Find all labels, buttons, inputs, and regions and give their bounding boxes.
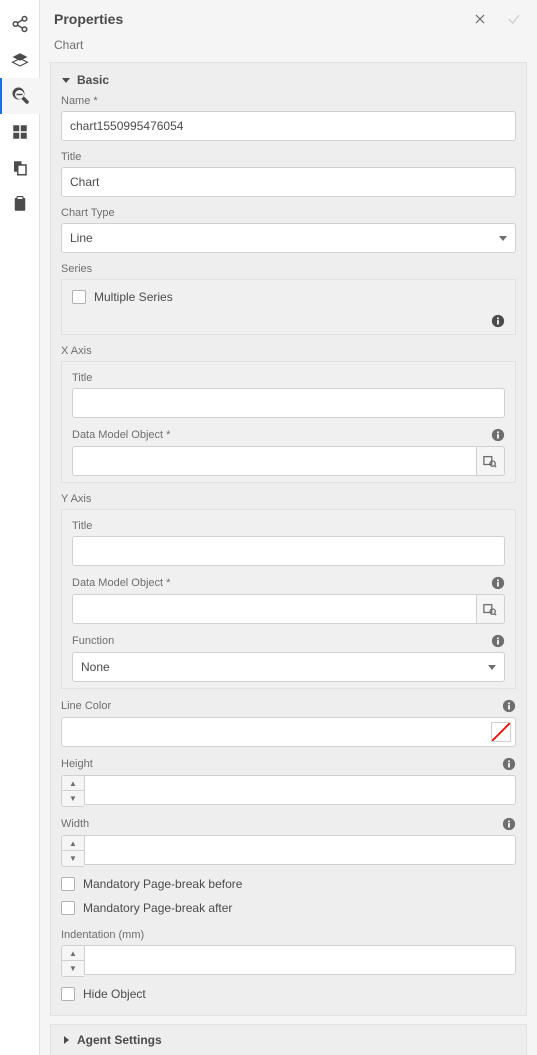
field-title: Title <box>61 151 516 197</box>
section-basic-header[interactable]: Basic <box>61 73 516 95</box>
info-icon[interactable] <box>491 634 505 648</box>
field-yaxis: Y Axis Title Data Model Object * <box>61 493 516 689</box>
browse-icon[interactable] <box>477 594 505 624</box>
field-series: Series Multiple Series <box>61 263 516 335</box>
no-color-icon <box>491 722 511 742</box>
yaxis-box: Title Data Model Object * <box>61 509 516 689</box>
info-icon[interactable] <box>502 699 516 713</box>
step-down-icon[interactable]: ▼ <box>62 851 84 866</box>
yaxis-dmo-input[interactable] <box>72 594 477 624</box>
rail-data-icon[interactable] <box>0 150 40 186</box>
field-indentation: Indentation (mm) ▲ ▼ <box>61 929 516 977</box>
info-icon[interactable] <box>491 428 505 442</box>
name-input[interactable] <box>61 111 516 141</box>
rail-share-icon[interactable] <box>0 6 40 42</box>
label-series: Series <box>61 263 516 275</box>
field-chart-type: Chart Type <box>61 207 516 253</box>
title-input[interactable] <box>61 167 516 197</box>
series-box: Multiple Series <box>61 279 516 335</box>
section-basic-title: Basic <box>77 73 109 87</box>
label-yaxis-title: Title <box>72 520 505 532</box>
height-stepper: ▲ ▼ <box>61 775 84 807</box>
chevron-right-icon <box>61 1035 71 1045</box>
hide-object-label: Hide Object <box>83 987 146 1001</box>
step-down-icon[interactable]: ▼ <box>62 791 84 806</box>
properties-panel: Properties Chart Basic Name * <box>40 0 537 1055</box>
label-yaxis-function: Function <box>72 634 505 648</box>
xaxis-title-input[interactable] <box>72 388 505 418</box>
info-icon[interactable] <box>502 817 516 831</box>
pb-before-label: Mandatory Page-break before <box>83 877 242 891</box>
label-line-color: Line Color <box>61 699 516 713</box>
line-color-picker[interactable] <box>61 717 516 747</box>
label-chart-type: Chart Type <box>61 207 516 219</box>
rail-assets-icon[interactable] <box>0 114 40 150</box>
chevron-down-icon <box>61 75 71 85</box>
confirm-icon[interactable] <box>505 10 523 28</box>
panel-actions <box>471 10 523 28</box>
panel-content: Basic Name * Title Chart Type <box>50 62 527 1055</box>
xaxis-box: Title Data Model Object * <box>61 361 516 483</box>
pb-after-label: Mandatory Page-break after <box>83 901 232 915</box>
browse-icon[interactable] <box>477 446 505 476</box>
field-height: Height ▲ ▼ <box>61 757 516 807</box>
rail-properties-icon[interactable] <box>0 78 40 114</box>
label-title: Title <box>61 151 516 163</box>
label-xaxis: X Axis <box>61 345 516 357</box>
multiple-series-checkbox[interactable] <box>72 290 86 304</box>
label-yaxis: Y Axis <box>61 493 516 505</box>
indentation-stepper: ▲ ▼ <box>61 945 84 977</box>
label-name: Name * <box>61 95 516 107</box>
field-width: Width ▲ ▼ <box>61 817 516 867</box>
field-line-color: Line Color <box>61 699 516 747</box>
field-name: Name * <box>61 95 516 141</box>
hide-object-checkbox[interactable] <box>61 987 75 1001</box>
info-icon[interactable] <box>491 314 505 328</box>
info-icon[interactable] <box>502 757 516 771</box>
step-down-icon[interactable]: ▼ <box>62 961 84 976</box>
pb-before-checkbox[interactable] <box>61 877 75 891</box>
panel-title: Properties <box>54 11 123 27</box>
step-up-icon[interactable]: ▲ <box>62 776 84 791</box>
pb-after-checkbox[interactable] <box>61 901 75 915</box>
label-width: Width <box>61 817 516 831</box>
chart-type-select[interactable] <box>61 223 516 253</box>
field-xaxis: X Axis Title Data Model Object * <box>61 345 516 483</box>
breadcrumb: Chart <box>40 34 537 62</box>
section-agent-title: Agent Settings <box>77 1033 162 1047</box>
close-icon[interactable] <box>471 10 489 28</box>
section-basic: Basic Name * Title Chart Type <box>50 62 527 1016</box>
yaxis-title-input[interactable] <box>72 536 505 566</box>
section-agent-header[interactable]: Agent Settings <box>61 1033 516 1047</box>
width-stepper: ▲ ▼ <box>61 835 84 867</box>
multiple-series-label: Multiple Series <box>94 290 173 304</box>
panel-header: Properties <box>40 0 537 34</box>
info-icon[interactable] <box>491 576 505 590</box>
step-up-icon[interactable]: ▲ <box>62 946 84 961</box>
section-agent-settings: Agent Settings <box>50 1024 527 1055</box>
indentation-input[interactable] <box>84 945 516 975</box>
yaxis-function-select[interactable] <box>72 652 505 682</box>
label-indentation: Indentation (mm) <box>61 929 516 941</box>
label-xaxis-title: Title <box>72 372 505 384</box>
field-hide-object: Hide Object <box>61 987 516 1001</box>
step-up-icon[interactable]: ▲ <box>62 836 84 851</box>
label-yaxis-dmo: Data Model Object * <box>72 576 505 590</box>
label-height: Height <box>61 757 516 771</box>
field-pb-after: Mandatory Page-break after <box>61 901 516 915</box>
rail-clipboard-icon[interactable] <box>0 186 40 222</box>
left-rail <box>0 0 40 1055</box>
field-pb-before: Mandatory Page-break before <box>61 877 516 891</box>
width-input[interactable] <box>84 835 516 865</box>
rail-layers-icon[interactable] <box>0 42 40 78</box>
xaxis-dmo-input[interactable] <box>72 446 477 476</box>
label-xaxis-dmo: Data Model Object * <box>72 428 505 442</box>
height-input[interactable] <box>84 775 516 805</box>
